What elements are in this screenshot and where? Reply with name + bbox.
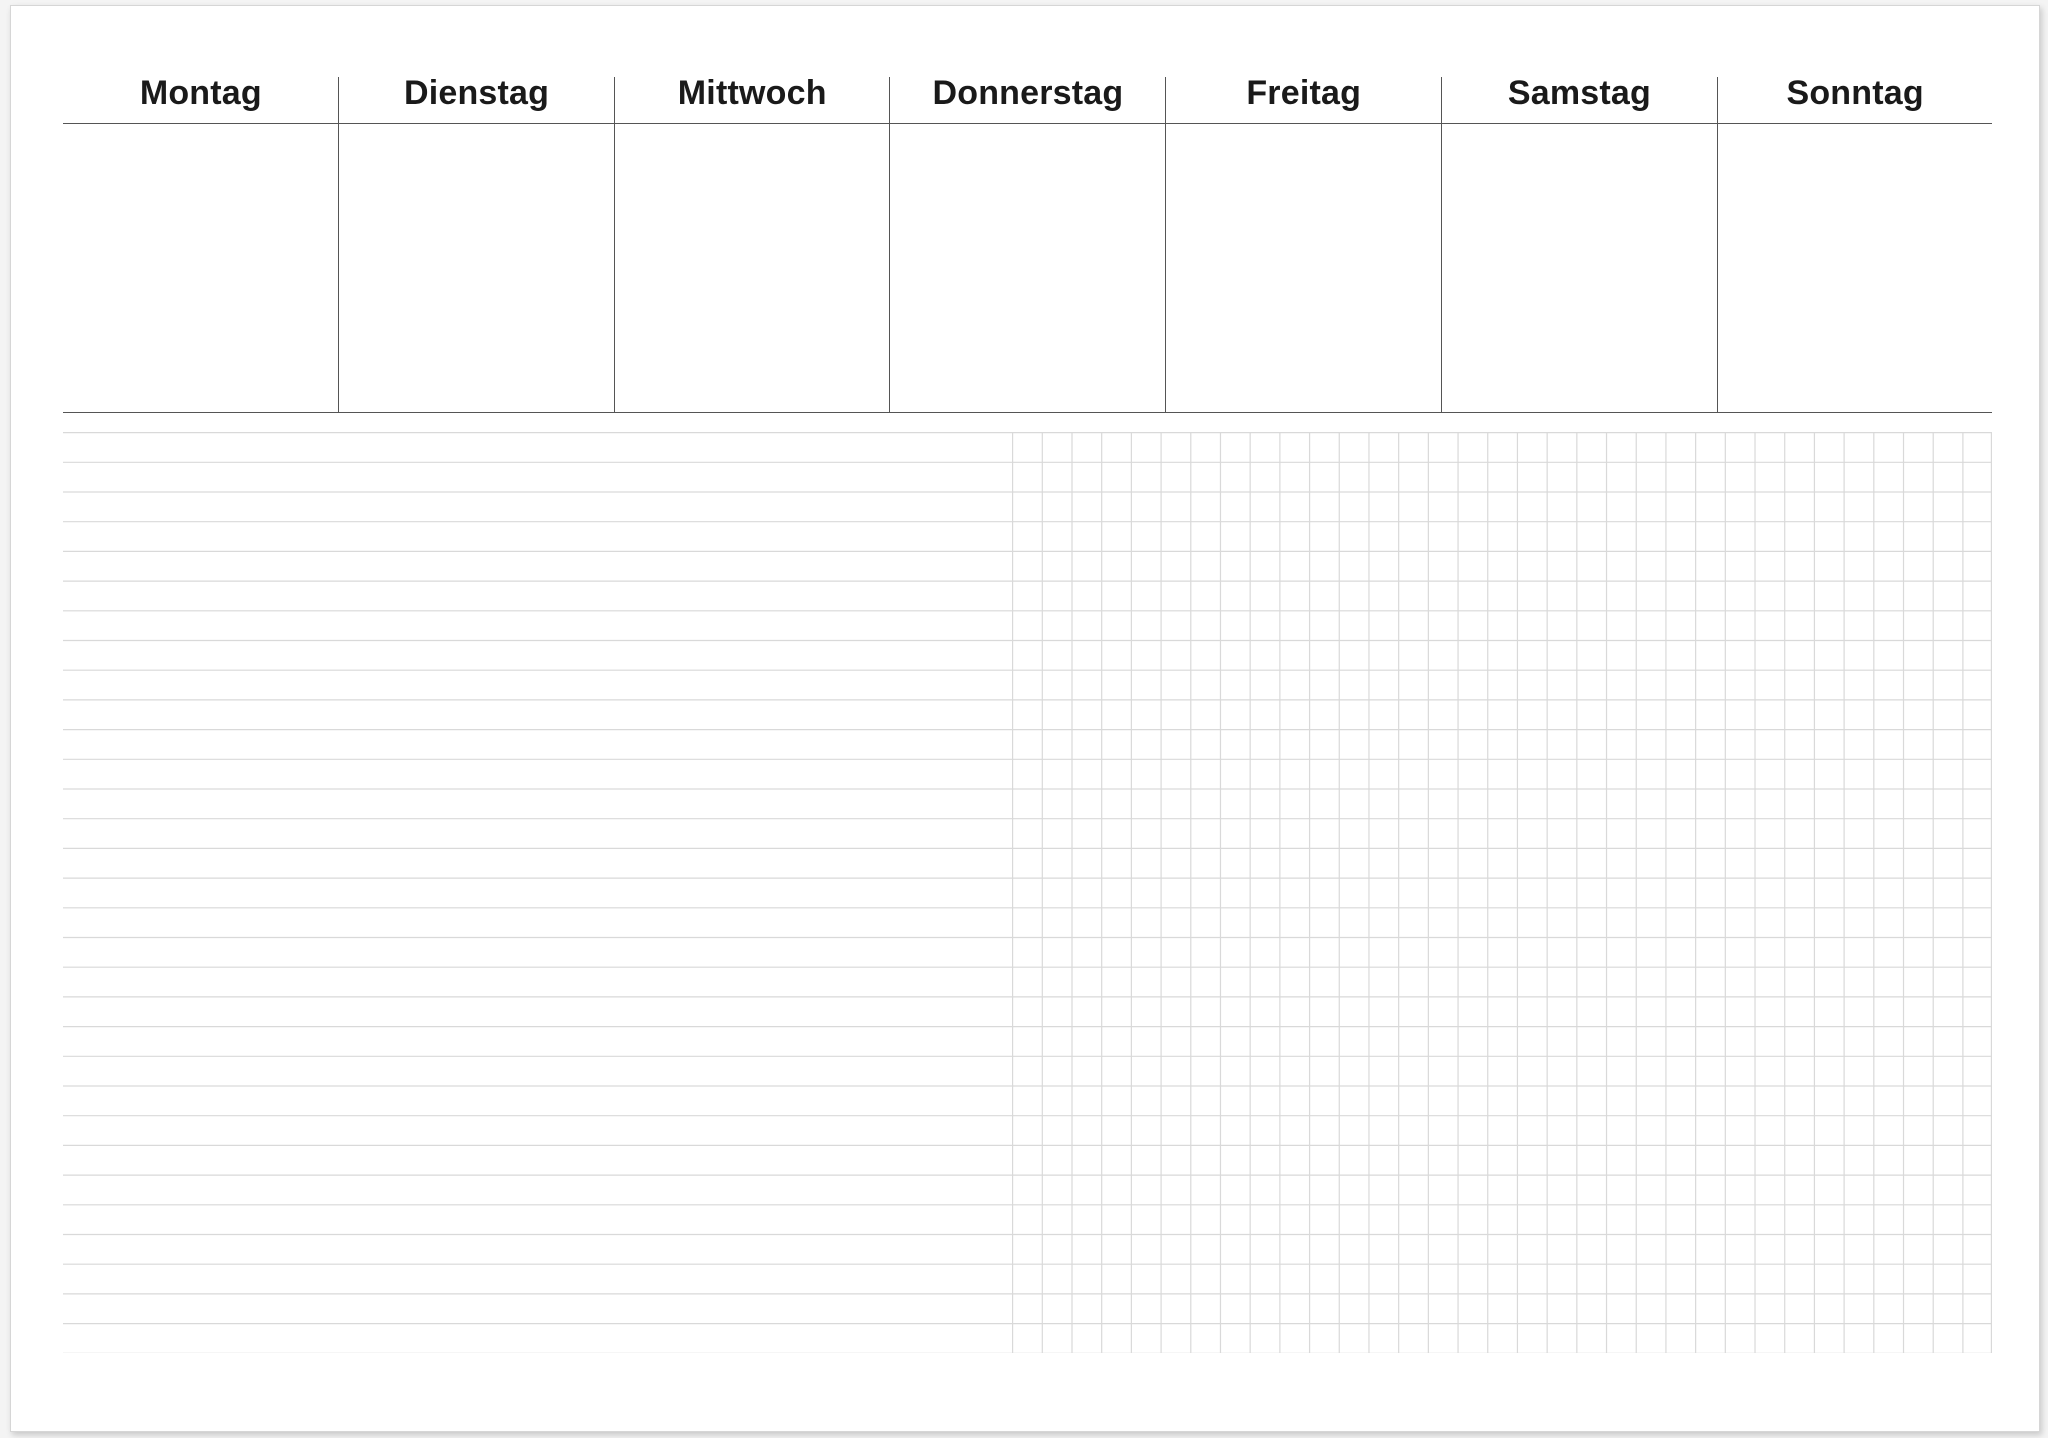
day-column-divider [889, 77, 891, 413]
day-column-divider [613, 77, 615, 413]
day-column-divider [1440, 77, 1442, 413]
grid-notes-area [1012, 432, 1993, 1354]
day-header-friday: Freitag [1246, 73, 1362, 112]
day-header-monday: Montag [139, 73, 262, 112]
header-divider [63, 123, 1992, 124]
day-header-tuesday: Dienstag [403, 73, 550, 112]
day-header-thursday: Donnerstag [932, 73, 1124, 112]
day-column-divider [338, 77, 339, 413]
day-column-divider [1716, 77, 1718, 413]
day-header-sunday: Sonntag [1786, 73, 1924, 112]
lined-notes-area [63, 432, 1012, 1354]
day-header-wednesday: Mittwoch [677, 73, 827, 112]
day-header-saturday: Samstag [1507, 73, 1651, 112]
week-section-bottom-divider [63, 412, 1992, 413]
day-column-divider [1165, 77, 1167, 413]
